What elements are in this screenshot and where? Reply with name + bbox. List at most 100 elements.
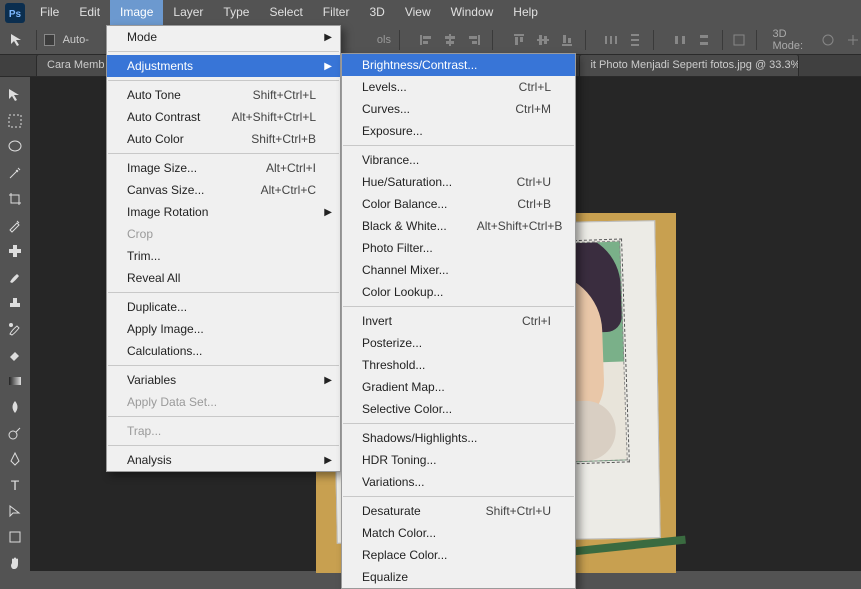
menu-item-mode[interactable]: Mode▶ xyxy=(107,26,340,48)
app-logo: Ps xyxy=(0,0,30,25)
move-tool-icon[interactable] xyxy=(2,83,28,107)
menu-item-desaturate[interactable]: DesaturateShift+Ctrl+U xyxy=(342,500,575,522)
menu-image[interactable]: Image xyxy=(110,0,163,25)
menu-item-hdr-toning[interactable]: HDR Toning... xyxy=(342,449,575,471)
menu-item-curves[interactable]: Curves...Ctrl+M xyxy=(342,98,575,120)
move-tool-icon[interactable] xyxy=(6,29,28,51)
stamp-tool-icon[interactable] xyxy=(2,291,28,315)
menu-item-color-lookup[interactable]: Color Lookup... xyxy=(342,281,575,303)
shape-tool-icon[interactable] xyxy=(2,525,28,549)
crop-tool-icon[interactable] xyxy=(2,187,28,211)
document-tab[interactable]: it Photo Menjadi Seperti fotos.jpg @ 33.… xyxy=(579,54,799,76)
hand-tool-icon[interactable] xyxy=(2,551,28,575)
menu-item-brightness-contrast[interactable]: Brightness/Contrast... xyxy=(342,54,575,76)
auto-align-icon[interactable] xyxy=(731,30,748,50)
align-vert-icons xyxy=(509,30,577,50)
gradient-tool-icon[interactable] xyxy=(2,369,28,393)
menu-help[interactable]: Help xyxy=(503,0,548,25)
history-brush-tool-icon[interactable] xyxy=(2,317,28,341)
menu-item-selective-color[interactable]: Selective Color... xyxy=(342,398,575,420)
menu-window[interactable]: Window xyxy=(441,0,504,25)
menu-item-vibrance[interactable]: Vibrance... xyxy=(342,149,575,171)
submenu-arrow-icon: ▶ xyxy=(324,375,332,386)
menu-item-exposure[interactable]: Exposure... xyxy=(342,120,575,142)
separator xyxy=(585,30,586,50)
svg-text:T: T xyxy=(11,477,20,493)
dodge-tool-icon[interactable] xyxy=(2,421,28,445)
menu-item-black-white[interactable]: Black & White...Alt+Shift+Ctrl+B xyxy=(342,215,575,237)
separator xyxy=(108,80,339,81)
menu-item-variables[interactable]: Variables▶ xyxy=(107,369,340,391)
3d-mode-label: 3D Mode: xyxy=(772,28,811,52)
menu-item-equalize[interactable]: Equalize xyxy=(342,566,575,588)
menu-item-posterize[interactable]: Posterize... xyxy=(342,332,575,354)
align-top-icon[interactable] xyxy=(509,30,529,50)
menu-item-apply-image[interactable]: Apply Image... xyxy=(107,318,340,340)
brush-tool-icon[interactable] xyxy=(2,265,28,289)
menu-select[interactable]: Select xyxy=(259,0,312,25)
wand-tool-icon[interactable] xyxy=(2,161,28,185)
menu-item-variations[interactable]: Variations... xyxy=(342,471,575,493)
menu-item-hue-saturation[interactable]: Hue/Saturation...Ctrl+U xyxy=(342,171,575,193)
menu-item-trim[interactable]: Trim... xyxy=(107,245,340,267)
menu-item-canvas-size[interactable]: Canvas Size...Alt+Ctrl+C xyxy=(107,179,340,201)
3d-pan-icon[interactable] xyxy=(844,30,861,50)
menu-item-threshold[interactable]: Threshold... xyxy=(342,354,575,376)
pen-tool-icon[interactable] xyxy=(2,447,28,471)
menu-item-auto-tone[interactable]: Auto ToneShift+Ctrl+L xyxy=(107,84,340,106)
menu-type[interactable]: Type xyxy=(213,0,259,25)
auto-select-checkbox[interactable] xyxy=(44,34,54,46)
menu-item-replace-color[interactable]: Replace Color... xyxy=(342,544,575,566)
menu-item-crop: Crop xyxy=(107,223,340,245)
distribute-v-icon[interactable] xyxy=(625,30,645,50)
align-right-icon[interactable] xyxy=(464,30,484,50)
menu-layer[interactable]: Layer xyxy=(163,0,213,25)
distribute-spacing-h-icon[interactable] xyxy=(670,30,690,50)
eyedropper-tool-icon[interactable] xyxy=(2,213,28,237)
separator xyxy=(108,365,339,366)
svg-text:Ps: Ps xyxy=(9,9,22,20)
blur-tool-icon[interactable] xyxy=(2,395,28,419)
menu-item-channel-mixer[interactable]: Channel Mixer... xyxy=(342,259,575,281)
menu-item-reveal-all[interactable]: Reveal All xyxy=(107,267,340,289)
document-tab[interactable]: Cara Memb xyxy=(36,54,115,76)
menu-item-image-rotation[interactable]: Image Rotation▶ xyxy=(107,201,340,223)
menu-filter[interactable]: Filter xyxy=(313,0,360,25)
3d-orbit-icon[interactable] xyxy=(820,30,837,50)
menu-view[interactable]: View xyxy=(395,0,441,25)
submenu-arrow-icon: ▶ xyxy=(324,207,332,218)
align-hcenter-icon[interactable] xyxy=(440,30,460,50)
menu-edit[interactable]: Edit xyxy=(69,0,110,25)
align-bottom-icon[interactable] xyxy=(557,30,577,50)
eraser-tool-icon[interactable] xyxy=(2,343,28,367)
menu-item-analysis[interactable]: Analysis▶ xyxy=(107,449,340,471)
heal-tool-icon[interactable] xyxy=(2,239,28,263)
menu-item-apply-data-set: Apply Data Set... xyxy=(107,391,340,413)
menu-item-adjustments[interactable]: Adjustments▶ xyxy=(107,55,340,77)
marquee-tool-icon[interactable] xyxy=(2,109,28,133)
menu-3d[interactable]: 3D xyxy=(359,0,394,25)
distribute-h-icon[interactable] xyxy=(601,30,621,50)
menu-item-calculations[interactable]: Calculations... xyxy=(107,340,340,362)
align-vcenter-icon[interactable] xyxy=(533,30,553,50)
type-tool-icon[interactable]: T xyxy=(2,473,28,497)
menu-item-auto-color[interactable]: Auto ColorShift+Ctrl+B xyxy=(107,128,340,150)
menu-item-match-color[interactable]: Match Color... xyxy=(342,522,575,544)
menu-file[interactable]: File xyxy=(30,0,69,25)
menu-item-image-size[interactable]: Image Size...Alt+Ctrl+I xyxy=(107,157,340,179)
path-select-tool-icon[interactable] xyxy=(2,499,28,523)
menu-item-color-balance[interactable]: Color Balance...Ctrl+B xyxy=(342,193,575,215)
menu-item-gradient-map[interactable]: Gradient Map... xyxy=(342,376,575,398)
menu-item-levels[interactable]: Levels...Ctrl+L xyxy=(342,76,575,98)
menu-item-invert[interactable]: InvertCtrl+I xyxy=(342,310,575,332)
adjustments-submenu: Brightness/Contrast... Levels...Ctrl+L C… xyxy=(341,53,576,589)
lasso-tool-icon[interactable] xyxy=(2,135,28,159)
menu-item-shadows-highlights[interactable]: Shadows/Highlights... xyxy=(342,427,575,449)
separator xyxy=(108,292,339,293)
align-left-icon[interactable] xyxy=(416,30,436,50)
menu-item-auto-contrast[interactable]: Auto ContrastAlt+Shift+Ctrl+L xyxy=(107,106,340,128)
separator xyxy=(343,423,574,424)
menu-item-duplicate[interactable]: Duplicate... xyxy=(107,296,340,318)
distribute-spacing-v-icon[interactable] xyxy=(694,30,714,50)
menu-item-photo-filter[interactable]: Photo Filter... xyxy=(342,237,575,259)
